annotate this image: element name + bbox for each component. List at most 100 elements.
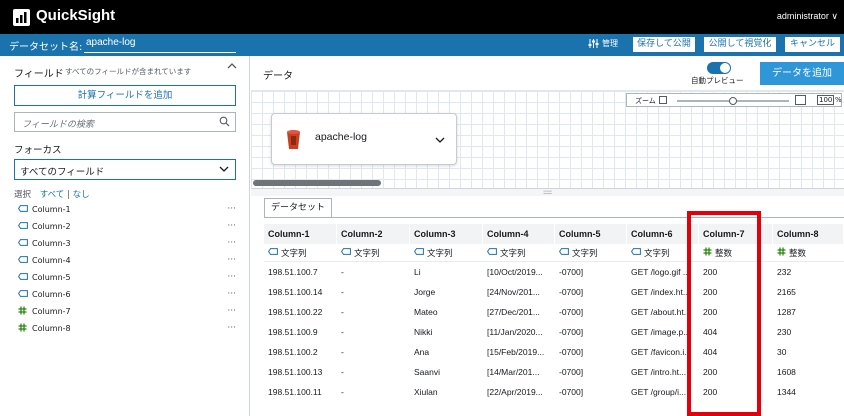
dataset-card[interactable]: apache-log: [271, 113, 457, 165]
column-header[interactable]: Column-5: [555, 224, 627, 244]
table-cell: -: [341, 347, 344, 357]
auto-preview-toggle[interactable]: [707, 62, 731, 74]
zoom-label: ズーム: [635, 97, 656, 105]
field-name: Column-3: [32, 238, 71, 248]
column-header[interactable]: Column-4: [483, 224, 555, 244]
publish-visualize-button[interactable]: 公開して視覚化: [704, 37, 776, 52]
table-cell: 2165: [777, 287, 796, 297]
zoom-value[interactable]: 100: [817, 95, 835, 105]
panel-resize-handle[interactable]: ::::::::: [251, 188, 844, 196]
add-calculated-field-button[interactable]: 計算フィールドを追加: [14, 85, 236, 106]
canvas-scrollbar[interactable]: [253, 180, 381, 186]
table-cell: 198.51.100.13: [268, 367, 323, 377]
data-title: データ: [263, 71, 293, 82]
table-cell: -0700]: [559, 387, 584, 397]
table-cell: Jorge: [414, 287, 436, 297]
table-cell: -: [341, 287, 344, 297]
table-cell: -: [341, 267, 344, 277]
cancel-button[interactable]: キャンセル: [785, 37, 840, 52]
select-label: 選択: [14, 190, 32, 200]
column-type[interactable]: 文字列: [483, 244, 555, 262]
chevron-down-icon[interactable]: [434, 131, 446, 150]
table-cell: 1344: [777, 387, 796, 397]
quicksight-logo-icon: [13, 9, 30, 26]
field-item[interactable]: Column-3 ···: [18, 236, 236, 250]
table-column: Column-4 文字列 [10/Oct/2019... [24/Nov/201...…: [483, 224, 555, 402]
field-more-icon[interactable]: ···: [227, 204, 236, 214]
highlight-box: [687, 211, 761, 416]
column-type-label: 文字列: [644, 248, 670, 259]
table-cell: Xiulan: [414, 387, 438, 397]
focus-label: フォーカス: [14, 145, 62, 156]
select-all-link[interactable]: すべて: [40, 190, 65, 200]
field-name: Column-8: [32, 323, 71, 333]
table-cell: -0700]: [559, 347, 584, 357]
field-search-input[interactable]: フィールドの検索: [14, 112, 236, 132]
field-more-icon[interactable]: ···: [227, 272, 236, 282]
top-bar: QuickSight administrator ∨: [0, 0, 844, 34]
zoom-in-icon[interactable]: [795, 95, 806, 105]
s3-icon: [285, 129, 302, 155]
column-header[interactable]: Column-2: [337, 224, 410, 244]
column-type[interactable]: 文字列: [337, 244, 410, 262]
tab-dataset[interactable]: データセット: [264, 198, 332, 218]
zoom-slider-handle[interactable]: [729, 97, 737, 105]
collapse-icon[interactable]: [227, 62, 237, 73]
add-data-button[interactable]: データを追加: [760, 62, 844, 85]
table-cell: 30: [777, 347, 787, 357]
field-item[interactable]: Column-6 ···: [18, 287, 236, 301]
table-cell: -: [341, 327, 344, 337]
table-cell: [27/Dec/201...: [487, 307, 540, 317]
table-cell: Nikki: [414, 327, 433, 337]
field-name: Column-6: [32, 289, 71, 299]
table-cell: 198.51.100.2: [268, 347, 318, 357]
table-column: Column-8 整数 232 2165 1287 230 30 1608 1344: [773, 224, 844, 402]
column-type[interactable]: 文字列: [264, 244, 337, 262]
table-cell: -0700]: [559, 327, 584, 337]
field-more-icon[interactable]: ···: [227, 255, 236, 265]
field-more-icon[interactable]: ···: [227, 221, 236, 231]
field-item[interactable]: Column-2 ···: [18, 219, 236, 233]
column-type-label: 文字列: [572, 248, 598, 259]
table-cell: 1608: [777, 367, 796, 377]
column-type-label: 文字列: [500, 248, 526, 259]
number-type-icon: [777, 247, 786, 259]
table-cell: Saanvi: [414, 367, 440, 377]
field-item[interactable]: Column-5 ···: [18, 270, 236, 284]
save-publish-button[interactable]: 保存して公開: [633, 37, 695, 52]
user-menu[interactable]: administrator ∨: [777, 11, 838, 22]
field-item[interactable]: Column-8 ···: [18, 321, 236, 335]
focus-select[interactable]: すべてのフィールド: [14, 159, 236, 180]
select-none-link[interactable]: なし: [73, 190, 90, 200]
zoom-out-icon[interactable]: [659, 96, 667, 104]
column-header[interactable]: Column-1: [264, 224, 337, 244]
field-item[interactable]: Column-7 ···: [18, 304, 236, 318]
dataset-card-name: apache-log: [315, 131, 367, 143]
table-column: Column-3 文字列 Li Jorge Mateo Nikki Ana Saanvi Xiu…: [410, 224, 483, 402]
field-more-icon[interactable]: ···: [227, 323, 236, 333]
table-cell: -0700]: [559, 367, 584, 377]
select-separator: |: [67, 190, 70, 200]
table-cell: Mateo: [414, 307, 438, 317]
field-item[interactable]: Column-4 ···: [18, 253, 236, 267]
field-more-icon[interactable]: ···: [227, 238, 236, 248]
column-type[interactable]: 文字列: [555, 244, 627, 262]
dataset-name-input[interactable]: apache-log: [84, 37, 236, 53]
table-cell: 230: [777, 327, 792, 337]
table-cell: 198.51.100.22: [268, 307, 323, 317]
column-type[interactable]: 文字列: [410, 244, 483, 262]
fields-title: フィールド: [14, 69, 64, 80]
string-type-icon: [18, 238, 28, 248]
field-name: Column-5: [32, 272, 71, 282]
column-header[interactable]: Column-3: [410, 224, 483, 244]
field-item[interactable]: Column-1 ···: [18, 202, 236, 216]
manage-button[interactable]: 管理: [588, 38, 618, 49]
field-more-icon[interactable]: ···: [227, 289, 236, 299]
column-header[interactable]: Column-8: [773, 224, 844, 244]
string-type-icon: [18, 204, 28, 214]
field-more-icon[interactable]: ···: [227, 306, 236, 316]
table-cell: [24/Nov/201...: [487, 287, 540, 297]
table-cell: 232: [777, 267, 792, 277]
string-type-icon: [18, 289, 28, 299]
column-type[interactable]: 整数: [773, 244, 844, 262]
